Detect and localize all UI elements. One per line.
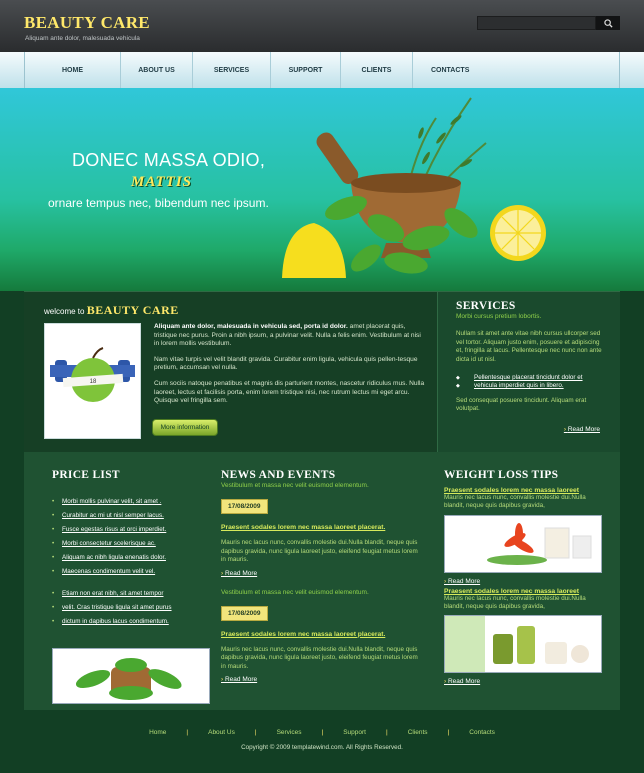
weight-loss-item-title[interactable]: Praesent sodales lorem nec massa laoreet — [444, 588, 604, 595]
footer-link-services[interactable]: Services — [277, 729, 302, 736]
price-list-item[interactable]: Curabitur ac mi ut nisl semper lacus. — [52, 509, 212, 523]
price-list-item[interactable]: Fusce egestas risus at orci imperdiet. — [52, 523, 212, 537]
weight-loss-read-more-link[interactable]: Read More — [444, 578, 604, 585]
weight-loss-column: WEIGHT LOSS TIPS Praesent sodales lorem … — [444, 469, 604, 685]
news-date: 17/08/2009 — [221, 605, 268, 621]
copyright: Copyright © 2009 templatewind.com. All R… — [241, 744, 403, 751]
news-subtitle: Vestibulum et massa nec velit euismod el… — [221, 482, 369, 489]
news-read-more-link[interactable]: Read More — [221, 676, 421, 683]
weight-loss-item: Praesent sodales lorem nec massa laoreet… — [444, 487, 604, 585]
welcome-prefix: welcome to — [44, 307, 85, 316]
price-list-item[interactable]: velit. Cras tristique ligula sit amet pu… — [52, 601, 212, 615]
news-read-more-link[interactable]: Read More — [221, 570, 421, 577]
nav-home[interactable]: HOME — [25, 52, 121, 88]
search-icon — [603, 18, 613, 28]
site-header: BEAUTY CARE Aliquam ante dolor, malesuad… — [0, 0, 644, 52]
nav-support[interactable]: SUPPORT — [271, 52, 341, 88]
svg-text:18: 18 — [90, 379, 97, 385]
hero-headline: DONEC MASSA ODIO, — [72, 150, 266, 170]
price-list-item[interactable]: Morbi consectetur scelerisque ac. — [52, 537, 212, 551]
news-item-intro: Vestibulum et massa nec velit euismod el… — [221, 588, 369, 596]
services-subtitle: Morbi cursus pretium lobortis. — [456, 313, 542, 320]
site-logo[interactable]: BEAUTY CARE — [24, 13, 150, 33]
news-item-body: Mauris nec lacus nunc, convallis molesti… — [221, 645, 418, 670]
hero-subline: ornare tempus nec, bibendum nec ipsum. — [48, 196, 269, 210]
nav-about-us[interactable]: ABOUT US — [121, 52, 193, 88]
price-list-item[interactable]: Morbi mollis pulvinar velit, sit amet . — [52, 495, 212, 509]
hero-banner: DONEC MASSA ODIO, MATTIS ornare tempus n… — [0, 88, 644, 291]
site-tagline: Aliquam ante dolor, malesuada vehicula — [25, 35, 140, 42]
nav-contacts[interactable]: CONTACTS — [413, 52, 619, 88]
lily-spa-image — [444, 514, 602, 573]
services-read-more-link[interactable]: Read More — [564, 426, 600, 433]
nav-clients[interactable]: CLIENTS — [341, 52, 413, 88]
welcome-paragraph-2: Nam vitae turpis vel velit blandit gravi… — [154, 355, 418, 372]
price-list-item[interactable]: Aliquam ac nibh ligula enenatis dolor. — [52, 551, 212, 565]
services-panel: SERVICES Morbi cursus pretium lobortis. … — [437, 292, 620, 452]
price-list-title: PRICE LIST — [52, 469, 120, 481]
content-columns: PRICE LIST Morbi mollis pulvinar velit, … — [24, 452, 620, 710]
price-list-item[interactable]: Maecenas condimentum velit vel. — [52, 565, 212, 579]
herbs-mortar-image — [282, 97, 546, 278]
weight-loss-item-title[interactable]: Praesent sodales lorem nec massa laoreet — [444, 487, 604, 494]
weight-loss-item-body: Mauris nec lacus nunc, convallis molesti… — [444, 594, 586, 610]
spa-jars-image — [444, 615, 602, 674]
services-link[interactable]: vehicula imperdiet quis in libero. — [456, 382, 602, 390]
search-button[interactable] — [596, 16, 620, 30]
services-text-2: Sed consequat posuere tincidunt. Aliquam… — [456, 397, 587, 413]
services-link[interactable]: Pellentesque placerat tincidunt dolor et — [456, 374, 602, 382]
search-input[interactable] — [477, 16, 596, 30]
footer-link-clients[interactable]: Clients — [408, 729, 428, 736]
news-title: NEWS AND EVENTS — [221, 469, 336, 481]
apple-measuring-tape-image: 18 — [44, 323, 141, 439]
apple-icon: 18 — [50, 347, 135, 402]
welcome-lead: Aliquam ante dolor, malesuada in vehicul… — [154, 323, 348, 330]
footer-link-contacts[interactable]: Contacts — [469, 729, 495, 736]
news-column: NEWS AND EVENTS Vestibulum et massa nec … — [221, 469, 421, 683]
news-item: Vestibulum et massa nec velit euismod el… — [221, 588, 421, 683]
news-item: 17/08/2009 Praesent sodales lorem nec ma… — [221, 499, 421, 577]
weight-loss-read-more-link[interactable]: Read More — [444, 678, 604, 685]
weight-loss-item: Praesent sodales lorem nec massa laoreet… — [444, 588, 604, 685]
welcome-section: welcome to BEAUTY CARE 18 Aliquam ante d… — [24, 291, 620, 452]
welcome-text: Aliquam ante dolor, malesuada in vehicul… — [154, 323, 426, 413]
news-date: 17/08/2009 — [221, 499, 268, 514]
welcome-brand: BEAUTY CARE — [86, 303, 179, 317]
search-box — [477, 16, 620, 30]
weight-loss-title: WEIGHT LOSS TIPS — [444, 469, 559, 481]
weight-loss-item-body: Mauris nec lacus nunc, convallis molesti… — [444, 494, 586, 510]
main-nav: HOME ABOUT US SERVICES SUPPORT CLIENTS C… — [0, 52, 644, 88]
more-information-button[interactable]: More information — [152, 419, 218, 436]
hero-highlight: MATTIS — [131, 174, 193, 190]
site-footer: Home | About Us | Services | Support | Clien… — [0, 710, 644, 773]
price-list-column: PRICE LIST Morbi mollis pulvinar velit, … — [52, 469, 212, 629]
news-item-title[interactable]: Praesent sodales lorem nec massa laoreet… — [221, 631, 421, 638]
services-text: Nullam sit amet ante vitae nibh cursus u… — [456, 330, 602, 363]
price-list-item[interactable]: Etiam non erat nibh, sit amet tempor — [52, 587, 212, 601]
footer-nav: Home | About Us | Services | Support | Clien… — [149, 729, 495, 736]
welcome-paragraph-3: Cum sociis natoque penatibus et magnis d… — [154, 379, 425, 405]
herbs-thumbnail-image — [52, 648, 210, 704]
news-item-body: Mauris nec lacus nunc, convallis molesti… — [221, 539, 418, 563]
footer-link-home[interactable]: Home — [149, 729, 166, 736]
services-title: SERVICES — [456, 300, 516, 312]
footer-link-support[interactable]: Support — [343, 729, 366, 736]
welcome-heading: welcome to BEAUTY CARE — [44, 303, 179, 318]
price-list-item[interactable]: dictum in dapibus lacus condimentum. — [52, 615, 212, 629]
nav-services[interactable]: SERVICES — [193, 52, 271, 88]
footer-link-about-us[interactable]: About Us — [208, 729, 235, 736]
news-item-title[interactable]: Praesent sodales lorem nec massa laoreet… — [221, 524, 421, 531]
